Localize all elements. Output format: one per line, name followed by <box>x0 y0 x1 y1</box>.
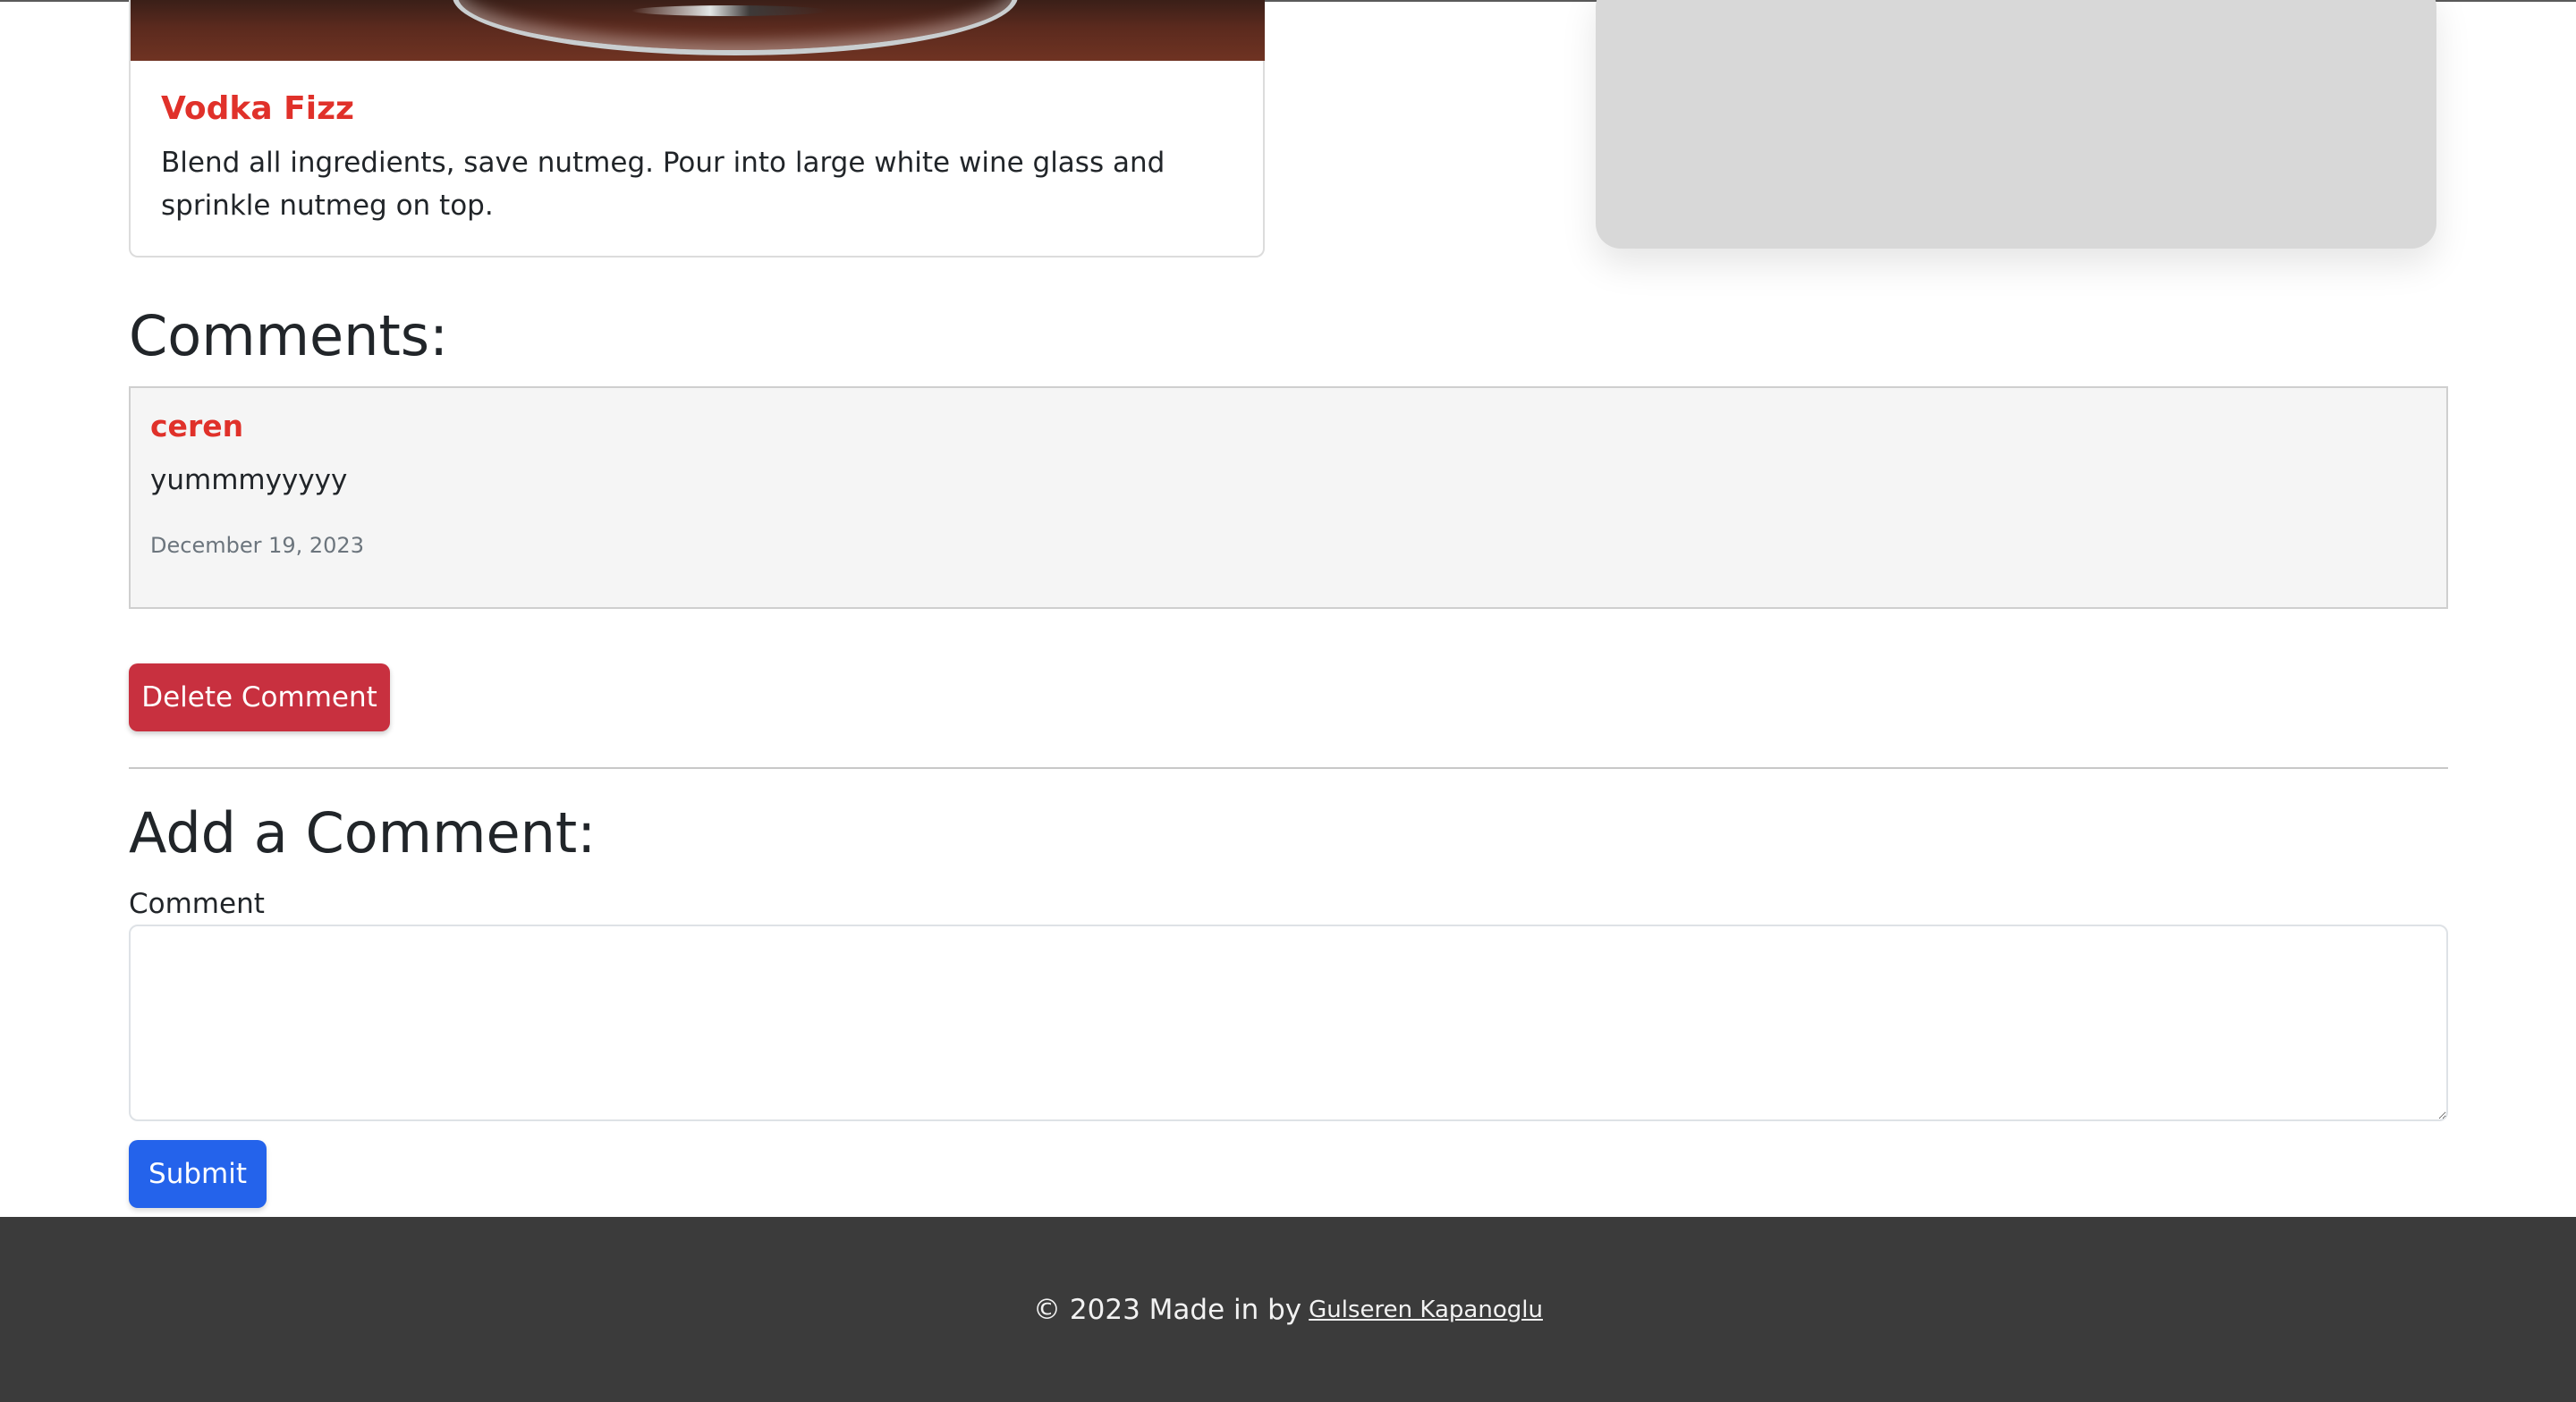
comment-author: ceren <box>150 409 244 443</box>
recipe-title: Vodka Fizz <box>161 90 354 127</box>
delete-comment-button[interactable]: Delete Comment <box>129 663 390 731</box>
footer-text-row: © 2023 Made in by Gulseren Kapanoglu <box>0 1217 2576 1402</box>
submit-button[interactable]: Submit <box>129 1140 267 1208</box>
comment-date: December 19, 2023 <box>150 533 364 558</box>
comment-field-label: Comment <box>129 888 265 920</box>
recipe-image <box>131 0 1265 61</box>
section-divider <box>129 767 2448 769</box>
footer-copyright: © 2023 Made in by <box>1033 1293 1302 1326</box>
glass-shine-graphic <box>631 5 828 16</box>
comments-heading: Comments: <box>129 303 448 368</box>
footer: © 2023 Made in by Gulseren Kapanoglu <box>0 1217 2576 1402</box>
footer-author-link[interactable]: Gulseren Kapanoglu <box>1309 1296 1543 1323</box>
comment-item: ceren yummmyyyyy December 19, 2023 <box>129 386 2448 609</box>
comment-body: yummmyyyyy <box>150 464 348 496</box>
add-comment-heading: Add a Comment: <box>129 800 597 866</box>
recipe-card: Vodka Fizz Blend all ingredients, save n… <box>129 0 1265 258</box>
recipe-detail-page: Vodka Fizz Blend all ingredients, save n… <box>0 0 2576 1402</box>
side-placeholder-panel <box>1596 0 2436 249</box>
recipe-description: Blend all ingredients, save nutmeg. Pour… <box>161 147 1165 222</box>
comment-textarea[interactable] <box>129 925 2448 1121</box>
